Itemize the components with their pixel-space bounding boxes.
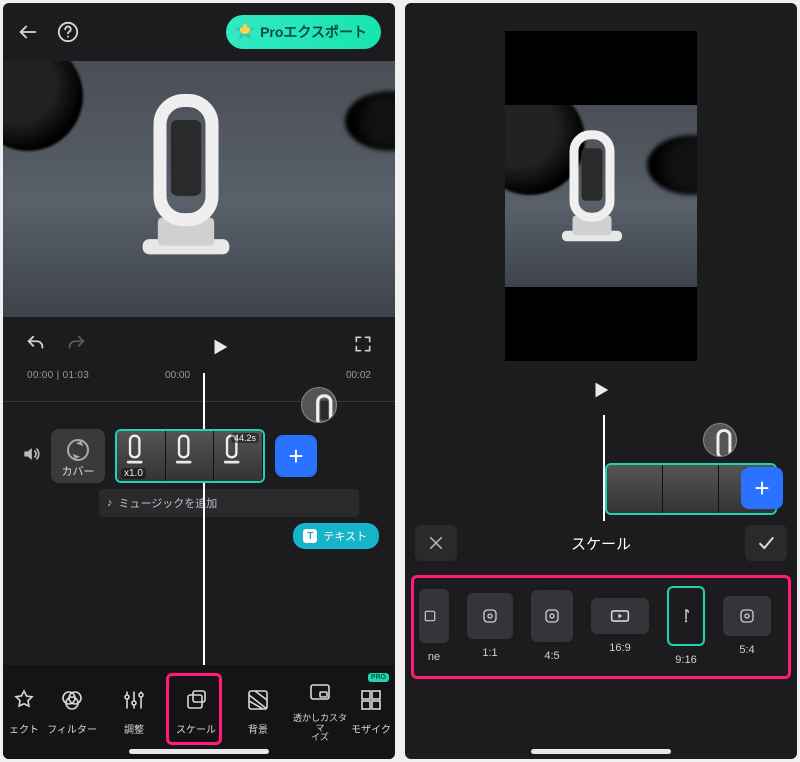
sliders-icon — [122, 688, 146, 715]
pro-badge: PRO — [368, 673, 389, 682]
mosaic-icon — [359, 688, 383, 715]
ratio-label: 4:5 — [544, 650, 559, 662]
video-preview[interactable] — [3, 61, 395, 317]
tool-adjust[interactable]: 調整 — [103, 677, 165, 747]
add-music-row[interactable]: ♪ ミュージックを追加 — [99, 489, 359, 517]
cover-label: カバー — [62, 463, 95, 479]
add-clip-button[interactable]: + — [275, 435, 317, 477]
play-button[interactable] — [87, 336, 353, 358]
panel-title: スケール — [457, 533, 745, 554]
playhead[interactable] — [203, 373, 205, 667]
tool-effect[interactable]: ェクト — [7, 677, 41, 747]
video-preview-portrait[interactable] — [405, 25, 797, 367]
fullscreen-icon[interactable] — [353, 334, 373, 359]
tool-background[interactable]: 背景 — [227, 677, 289, 747]
ratio-label: 16:9 — [609, 642, 630, 654]
timeline-mini[interactable]: 44.2s + — [405, 417, 797, 517]
help-icon[interactable] — [57, 21, 79, 43]
text-chip-label: テキスト — [323, 528, 367, 544]
tool-effect-label: ェクト — [9, 721, 39, 736]
back-icon[interactable] — [17, 21, 39, 43]
ratio-option-1-1[interactable]: 1:1 — [467, 593, 513, 659]
aspect-ratio-row: ne 1:1 4:5 16:9 9:16 5:4 — [405, 569, 797, 693]
tool-scale-label: スケール — [176, 721, 216, 736]
clip-duration: 44.2s — [231, 433, 259, 443]
preview-content — [121, 85, 251, 285]
timecode-row: 00:00 | 01:03 00:00 00:02 — [3, 366, 395, 383]
confirm-button[interactable] — [745, 525, 787, 561]
keyframe-avatar[interactable] — [703, 423, 737, 457]
mute-icon[interactable] — [21, 444, 41, 469]
tool-filter[interactable]: フィルター — [41, 677, 103, 747]
editor-screen: Proエクスポート 00:00 | 01:03 00:00 00:02 — [3, 3, 395, 759]
ratio-label: ne — [428, 651, 440, 663]
ratio-label: 1:1 — [482, 647, 497, 659]
undo-icon[interactable] — [25, 333, 47, 360]
ratio-option-4-5[interactable]: 4:5 — [531, 590, 573, 662]
tool-background-label: 背景 — [248, 721, 268, 736]
top-bar: Proエクスポート — [3, 3, 395, 61]
scale-panel-header: スケール — [405, 517, 797, 569]
ratio-option-9-16[interactable]: 9:16 — [667, 586, 705, 666]
watermark-icon — [308, 681, 332, 708]
ratio-option-none[interactable]: ne — [419, 589, 449, 663]
ratio-label: 5:4 — [739, 644, 754, 656]
bottom-toolbar: ェクト フィルター 調整 スケール 背景 透かしカスタマイズ PRO モザイク — [3, 665, 395, 759]
ratio-option-16-9[interactable]: 16:9 — [591, 598, 649, 654]
text-chip[interactable]: T テキスト — [293, 523, 379, 549]
filter-icon — [60, 688, 84, 715]
background-icon — [246, 688, 270, 715]
home-indicator — [531, 749, 671, 754]
tool-mosaic-label: モザイク — [351, 721, 391, 736]
text-chip-wrap: T テキスト — [3, 523, 395, 549]
play-button[interactable] — [590, 379, 612, 406]
tool-filter-label: フィルター — [47, 721, 97, 736]
add-clip-button[interactable]: + — [741, 467, 783, 509]
redo-icon[interactable] — [65, 333, 87, 360]
elapsed-total-label: 00:00 | 01:03 — [27, 370, 89, 381]
ruler-t1: 00:02 — [346, 370, 371, 381]
cover-button[interactable]: カバー — [51, 429, 105, 483]
close-button[interactable] — [415, 525, 457, 561]
tool-watermark-label: 透かしカスタマイズ — [289, 714, 351, 744]
video-clip[interactable]: x1.0 44.2s — [115, 429, 265, 483]
tool-adjust-label: 調整 — [124, 721, 144, 736]
timeline-ruler[interactable] — [3, 383, 395, 427]
text-icon: T — [303, 529, 317, 543]
keyframe-avatar[interactable] — [301, 387, 337, 423]
scale-panel-screen: 44.2s + スケール ne 1:1 4:5 16:9 — [405, 3, 797, 759]
transport-bar — [3, 317, 395, 366]
music-icon: ♪ — [107, 497, 113, 509]
tool-scale[interactable]: スケール — [165, 677, 227, 747]
home-indicator — [129, 749, 269, 754]
tool-mosaic[interactable]: PRO モザイク — [351, 677, 391, 747]
ruler-t0: 00:00 — [165, 370, 190, 381]
video-track: カバー x1.0 44.2s + — [3, 427, 395, 483]
pro-export-button[interactable]: Proエクスポート — [226, 15, 381, 49]
ratio-label: 9:16 — [675, 654, 696, 666]
tool-watermark[interactable]: 透かしカスタマイズ — [289, 677, 351, 747]
scale-icon — [184, 688, 208, 715]
star-icon — [12, 688, 36, 715]
clip-speed: x1.0 — [121, 468, 146, 479]
ratio-option-5-4[interactable]: 5:4 — [723, 596, 771, 656]
